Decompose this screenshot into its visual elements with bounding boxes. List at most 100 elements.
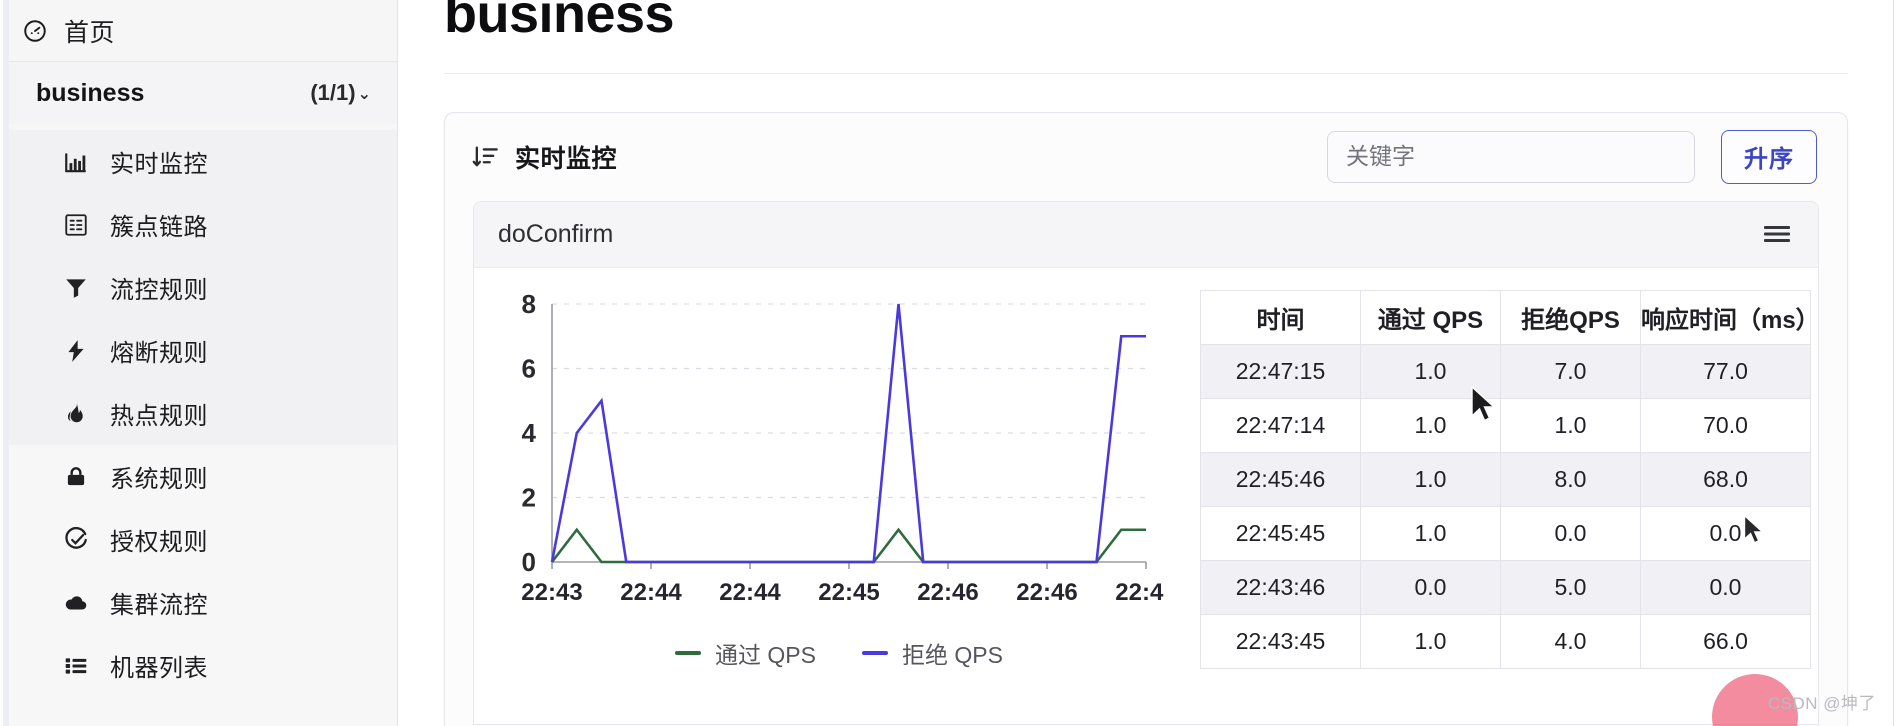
sidebar-item-flow-rules[interactable]: 流控规则	[0, 256, 397, 319]
cell-response-time: 77.0	[1640, 343, 1811, 399]
table-row: 22:43:46 0.0 5.0 0.0	[1200, 559, 1811, 615]
sidebar-item-hotspot-rules[interactable]: 热点规则	[0, 382, 397, 445]
svg-text:22:45: 22:45	[818, 579, 879, 606]
cloud-icon	[62, 589, 90, 617]
panel-title: 实时监控	[515, 144, 618, 173]
chart-resource-name: doConfirm	[498, 219, 614, 248]
legend-label: 拒绝 QPS	[902, 641, 1003, 668]
app-root: 首页 business (1/1) ⌄ 实时监控 簇点链路 流控规则 熔断规则 …	[0, 0, 1894, 726]
cell-block-qps: 7.0	[1500, 343, 1641, 399]
cell-block-qps: 5.0	[1500, 559, 1641, 615]
sidebar-item-degrade-rules[interactable]: 熔断规则	[0, 319, 397, 382]
dashboard-icon	[22, 18, 48, 44]
sidebar-scrollbar[interactable]	[0, 0, 9, 726]
search-input[interactable]	[1327, 130, 1695, 183]
svg-text:22:44: 22:44	[620, 579, 682, 606]
sidebar-item-label: 热点规则	[110, 403, 208, 430]
cell-time: 22:45:45	[1200, 505, 1361, 561]
cell-response-time: 68.0	[1640, 451, 1811, 507]
svg-text:22:43: 22:43	[521, 579, 582, 606]
cell-pass-qps: 0.0	[1360, 559, 1501, 615]
svg-text:22:46: 22:46	[1016, 579, 1077, 606]
cell-response-time: 66.0	[1640, 613, 1811, 669]
sidebar-item-home[interactable]: 首页	[0, 0, 397, 62]
sidebar: 首页 business (1/1) ⌄ 实时监控 簇点链路 流控规则 熔断规则 …	[0, 0, 398, 726]
svg-text:22:46: 22:46	[917, 579, 978, 606]
panel-header: 实时监控 升序	[445, 113, 1847, 201]
cell-pass-qps: 1.0	[1360, 451, 1501, 507]
svg-text:4: 4	[522, 418, 537, 448]
table-row: 22:43:45 1.0 4.0 66.0	[1200, 613, 1811, 669]
cell-time: 22:43:46	[1200, 559, 1361, 615]
svg-text:2: 2	[522, 482, 536, 512]
cell-response-time: 0.0	[1640, 505, 1811, 561]
svg-text:8: 8	[522, 290, 536, 319]
chart-legend: 通过 QPS 拒绝 QPS	[474, 636, 1174, 670]
cell-block-qps: 0.0	[1500, 505, 1641, 561]
legend-color-swatch	[675, 650, 702, 655]
bar-chart-icon	[62, 148, 90, 176]
sidebar-group-count[interactable]: (1/1) ⌄	[310, 80, 371, 106]
sidebar-nav-list: 实时监控 簇点链路 流控规则 熔断规则 热点规则 系统规则 授权规则 集群流控 …	[0, 124, 397, 697]
column-header-response-time: 响应时间（ms）	[1640, 289, 1818, 345]
table-header-row: 时间 通过 QPS 拒绝QPS 响应时间（ms）	[1200, 289, 1818, 345]
sidebar-item-cluster-flow[interactable]: 集群流控	[0, 571, 397, 634]
filter-icon	[62, 274, 90, 302]
sidebar-item-label: 流控规则	[110, 277, 208, 304]
cell-pass-qps: 1.0	[1360, 397, 1501, 453]
sidebar-item-label: 集群流控	[110, 592, 208, 619]
cell-pass-qps: 1.0	[1360, 613, 1501, 669]
cell-time: 22:47:14	[1200, 397, 1361, 453]
realtime-monitor-panel: 实时监控 升序 doConfirm	[444, 111, 1848, 726]
hamburger-menu-icon[interactable]	[1762, 223, 1792, 245]
sidebar-item-label: 机器列表	[110, 655, 208, 682]
chart-svg: 0 2 4 6 8 22:43 22:44 22:44 22:45 22:46 22:46 22:47	[521, 290, 1164, 606]
sidebar-item-label: 簇点链路	[110, 214, 208, 241]
legend-item-block-qps[interactable]: 拒绝 QPS	[862, 636, 1003, 670]
title-divider	[444, 72, 1848, 74]
chart-body: 0 2 4 6 8 22:43 22:44 22:44 22:45 22:46 22:46 22:47…	[474, 268, 1818, 724]
panel-header-right: 升序	[1327, 129, 1817, 184]
panel-header-left: 实时监控	[471, 139, 617, 175]
page-title: business	[444, 0, 675, 44]
sidebar-item-label: 系统规则	[110, 466, 208, 493]
cell-time: 22:43:45	[1200, 613, 1361, 669]
fire-icon	[62, 400, 90, 428]
sidebar-item-machine-list[interactable]: 机器列表	[0, 634, 397, 697]
sidebar-home-label: 首页	[64, 18, 116, 47]
sidebar-item-label: 熔断规则	[110, 340, 208, 367]
chart-card: doConfirm 0 2 4 6 8 22:43 22:44 22:44 22:45 22:46…	[473, 200, 1819, 725]
ascending-sort-button[interactable]: 升序	[1721, 129, 1817, 184]
sidebar-item-system-rules[interactable]: 系统规则	[0, 445, 397, 508]
table-row: 22:45:46 1.0 8.0 68.0	[1200, 451, 1811, 507]
qps-table: 时间 通过 QPS 拒绝QPS 响应时间（ms） 22:47:15 1.0 7.0 7…	[1200, 289, 1818, 669]
legend-label: 通过 QPS	[715, 641, 816, 668]
qps-table-head: 时间 通过 QPS 拒绝QPS 响应时间（ms）	[1200, 289, 1818, 345]
sidebar-group-business[interactable]: business (1/1) ⌄	[0, 62, 397, 124]
qps-line-chart: 0 2 4 6 8 22:43 22:44 22:44 22:45 22:46 22:46 22:47…	[474, 268, 1174, 724]
svg-text:22:47: 22:47	[1115, 579, 1164, 606]
cell-block-qps: 4.0	[1500, 613, 1641, 669]
legend-item-pass-qps[interactable]: 通过 QPS	[675, 636, 816, 670]
column-header-pass-qps: 通过 QPS	[1360, 289, 1501, 345]
sidebar-group-count-text: (1/1)	[310, 80, 356, 105]
sidebar-item-realtime-monitor[interactable]: 实时监控	[0, 130, 397, 193]
list-view-icon	[62, 211, 90, 239]
svg-text:0: 0	[522, 547, 536, 577]
cell-pass-qps: 1.0	[1360, 343, 1501, 399]
list-icon	[62, 652, 90, 680]
cell-time: 22:47:15	[1200, 343, 1361, 399]
sidebar-item-cluster-link[interactable]: 簇点链路	[0, 193, 397, 256]
chart-card-header: doConfirm	[474, 201, 1818, 268]
column-header-time: 时间	[1200, 289, 1361, 345]
qps-table-body: 22:47:15 1.0 7.0 77.0 22:47:14 1.0 1.0 70.0 22:4…	[1200, 343, 1811, 669]
check-circle-icon	[62, 526, 90, 554]
sidebar-item-authority-rules[interactable]: 授权规则	[0, 508, 397, 571]
bolt-icon	[62, 337, 90, 365]
sort-descending-icon	[471, 143, 499, 171]
svg-text:6: 6	[522, 353, 536, 383]
qps-table-wrapper: 时间 通过 QPS 拒绝QPS 响应时间（ms） 22:47:15 1.0 7.0 7…	[1174, 268, 1818, 724]
column-header-block-qps: 拒绝QPS	[1500, 289, 1641, 345]
watermark: CSDN @坤了	[1767, 694, 1876, 713]
legend-color-swatch	[862, 650, 888, 655]
